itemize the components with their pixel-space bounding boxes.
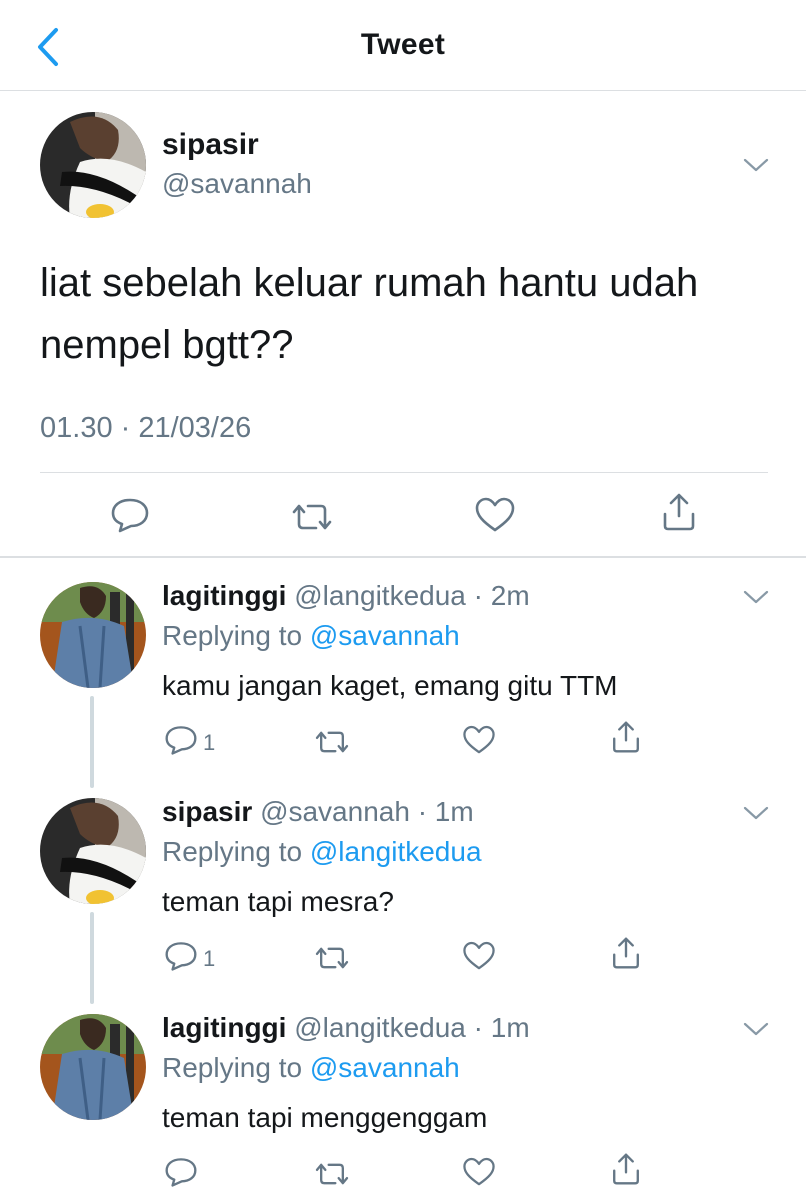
replying-to-link[interactable]: @savannah — [310, 620, 460, 651]
reply-count: 1 — [203, 946, 216, 971]
tweet-timestamp[interactable]: 01.30 · 21/03/26 — [40, 412, 251, 445]
reply-icon[interactable] — [110, 496, 150, 534]
thread-line — [90, 696, 94, 788]
retweet-icon[interactable] — [288, 498, 336, 536]
replying-to-link[interactable]: @langitkedua — [310, 836, 482, 867]
retweet-icon[interactable] — [312, 942, 352, 974]
chevron-down-icon[interactable] — [742, 588, 770, 606]
reply-icon[interactable] — [164, 1156, 198, 1188]
reply-author-name[interactable]: sipasir — [162, 796, 252, 827]
divider — [0, 556, 806, 558]
page-title: Tweet — [360, 28, 446, 61]
avatar[interactable] — [40, 112, 146, 218]
share-icon[interactable] — [610, 936, 642, 970]
reply-author-handle[interactable]: @savannah · 1m — [260, 796, 474, 827]
like-icon[interactable] — [462, 724, 496, 756]
reply-author-handle[interactable]: @langitkedua · 2m — [294, 580, 529, 611]
avatar[interactable] — [40, 1014, 146, 1120]
retweet-icon[interactable] — [312, 726, 352, 758]
replying-to: Replying to @langitkedua — [162, 836, 482, 868]
replying-to-label: Replying to — [162, 1052, 310, 1083]
reply-count: 1 — [203, 730, 216, 755]
thread-line — [90, 912, 94, 1004]
reply-text: kamu jangan kaget, emang gitu TTM — [162, 670, 618, 701]
share-icon[interactable] — [660, 492, 698, 532]
replying-to-label: Replying to — [162, 836, 310, 867]
replying-to-link[interactable]: @savannah — [310, 1052, 460, 1083]
like-icon[interactable] — [462, 940, 496, 972]
avatar[interactable] — [40, 582, 146, 688]
replying-to: Replying to @savannah — [162, 620, 460, 652]
like-icon[interactable] — [462, 1156, 496, 1188]
chevron-down-icon[interactable] — [742, 1020, 770, 1038]
reply-author-handle[interactable]: @langitkedua · 1m — [294, 1012, 529, 1043]
reply-text: teman tapi menggenggam — [162, 1102, 488, 1133]
reply-text: teman tapi mesra? — [162, 886, 394, 917]
retweet-icon[interactable] — [312, 1158, 352, 1190]
reply-icon[interactable] — [164, 724, 198, 756]
share-icon[interactable] — [610, 720, 642, 754]
reply-author-name[interactable]: lagitinggi — [162, 580, 286, 611]
avatar[interactable] — [40, 798, 146, 904]
chevron-down-icon[interactable] — [742, 156, 770, 174]
tweet-text: liat sebelah keluar rumah hantu udah nem… — [40, 261, 699, 367]
author-name[interactable]: sipasir — [162, 128, 259, 162]
replying-to: Replying to @savannah — [162, 1052, 460, 1084]
reply-icon[interactable] — [164, 940, 198, 972]
like-icon[interactable] — [474, 496, 516, 534]
replying-to-label: Replying to — [162, 620, 310, 651]
share-icon[interactable] — [610, 1152, 642, 1186]
reply-author-name[interactable]: lagitinggi — [162, 1012, 286, 1043]
author-handle[interactable]: @savannah — [162, 168, 312, 200]
divider — [40, 472, 768, 473]
chevron-down-icon[interactable] — [742, 804, 770, 822]
